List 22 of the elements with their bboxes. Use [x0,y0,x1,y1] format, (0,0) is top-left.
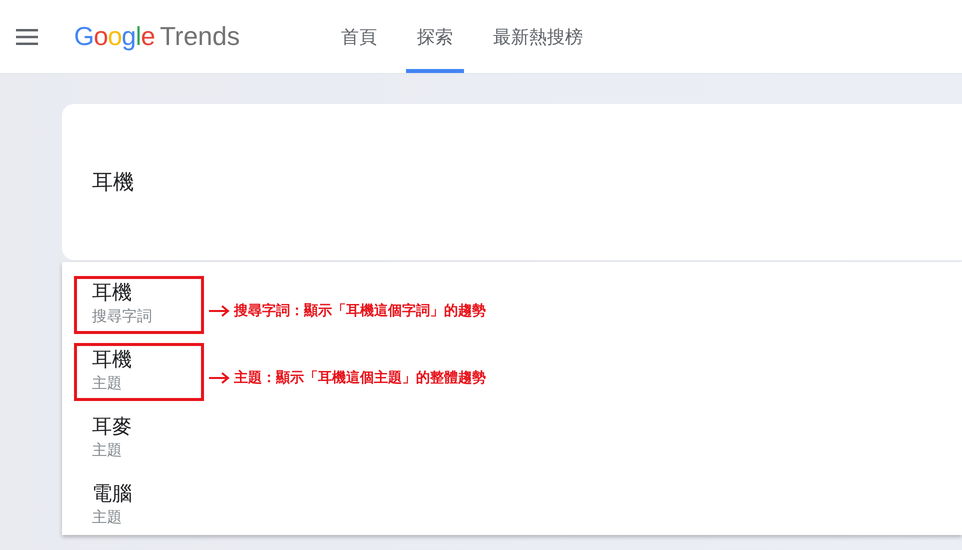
logo-wordmark[interactable]: Google [74,21,155,52]
suggestion-item[interactable]: 耳機 主題 [62,339,212,395]
menu-icon[interactable] [16,28,38,44]
suggestion-type: 主題 [92,508,123,528]
arrow-icon [208,305,230,317]
suggestion-type: 搜尋字詞 [92,307,153,327]
search-field[interactable]: 耳機 [92,170,292,194]
suggestion-item[interactable]: 耳麥 主題 [62,406,212,462]
suggestion-title: 耳機 [92,348,133,373]
suggestion-item[interactable]: 電腦 主題 [62,473,212,529]
product-name: Trends [160,21,240,52]
annotation-text: 搜尋字詞：顯示「耳機這個字詞」的趨勢 [234,302,486,320]
nav-tab[interactable]: 最新熱搜榜 [482,0,594,73]
suggestion-title: 耳機 [92,281,133,306]
suggestion-title: 耳麥 [92,415,133,440]
nav-tab[interactable]: 首頁 [330,0,388,73]
suggestion-title: 電腦 [92,482,133,507]
annotation-text: 主題：顯示「耳機這個主題」的整體趨勢 [234,369,486,387]
suggestion-type: 主題 [92,374,123,394]
suggestion-type: 主題 [92,441,123,461]
arrow-icon [208,372,230,384]
suggestion-item[interactable]: 耳機 搜尋字詞 [62,272,212,328]
